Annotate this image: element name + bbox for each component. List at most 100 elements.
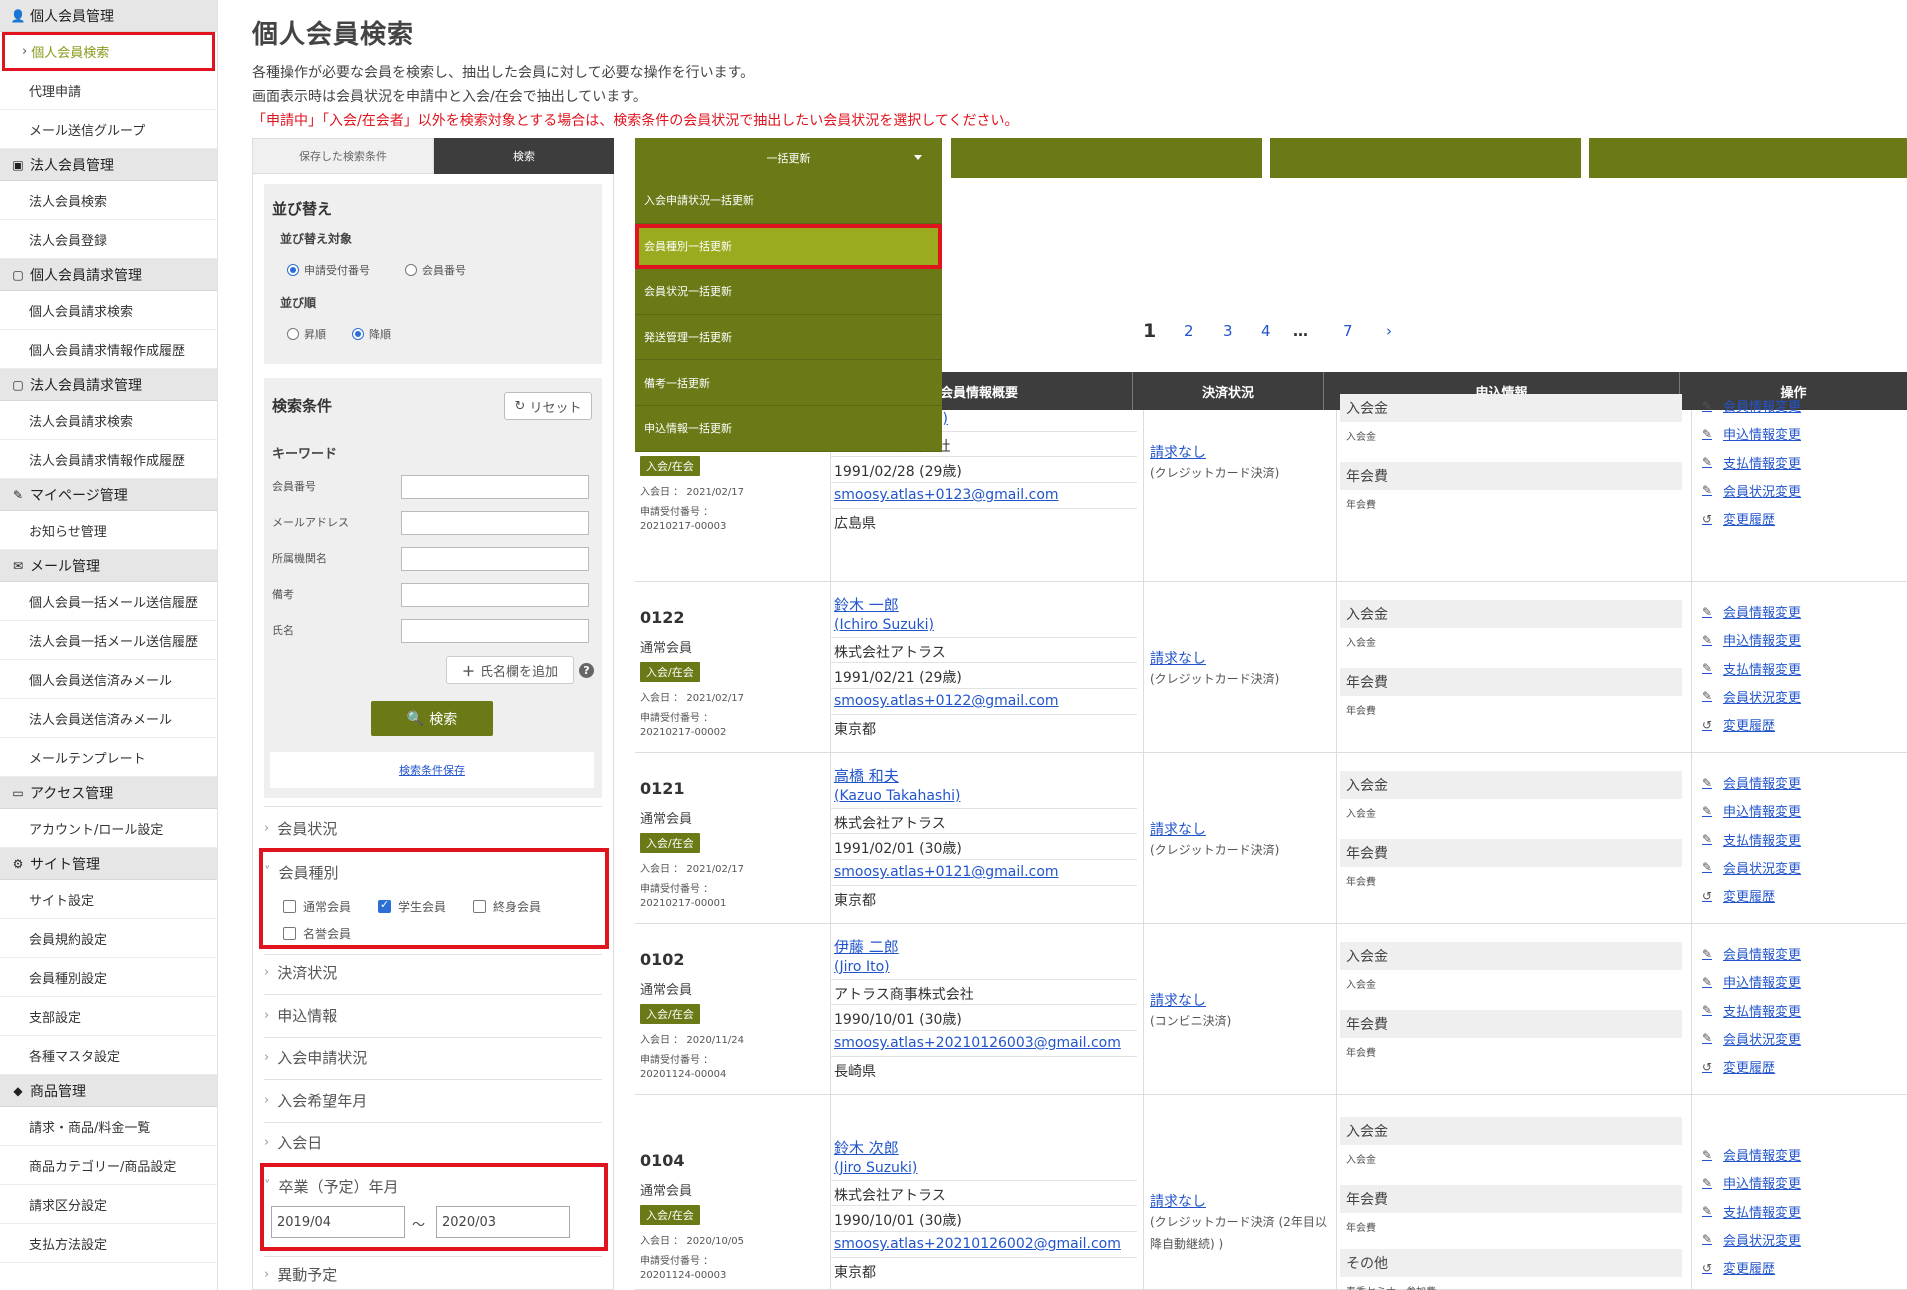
edit-status-link[interactable]: ✎ 会員状況変更 <box>1702 1230 1801 1249</box>
organization-input[interactable] <box>401 547 589 571</box>
email-link[interactable]: smoosy.atlas+20210126002@gmail.com <box>834 1236 1121 1252</box>
sidebar-section-mail[interactable]: ✉ メール管理 <box>0 550 217 582</box>
edit-application-link[interactable]: ✎ 申込情報変更 <box>1702 972 1801 992</box>
member-name-link[interactable]: 高橋 和夫 <box>834 765 899 786</box>
sidebar-item-member-type-settings[interactable]: 会員種別設定 <box>0 958 217 997</box>
radio-unchecked[interactable] <box>287 328 299 340</box>
sidebar-item-member-billing-search[interactable]: 個人会員請求検索 <box>0 291 217 330</box>
radio-checked[interactable] <box>352 328 364 340</box>
sidebar-section-access[interactable]: ▭ アクセス管理 <box>0 777 217 809</box>
sidebar-section-product[interactable]: ◆ 商品管理 <box>0 1075 217 1107</box>
accordion-join-application-status[interactable]: 入会申請状況 <box>264 1047 602 1068</box>
name-input[interactable] <box>401 619 589 643</box>
email-link[interactable]: smoosy.atlas+20210126003@gmail.com <box>834 1035 1121 1051</box>
sidebar-section-corp[interactable]: ▣ 法人会員管理 <box>0 149 217 181</box>
sidebar-item-mail-template[interactable]: メールテンプレート <box>0 738 217 777</box>
edit-payment-link[interactable]: ✎ 支払情報変更 <box>1702 1202 1801 1221</box>
sidebar-item-master-settings[interactable]: 各種マスタ設定 <box>0 1036 217 1075</box>
edit-member-link[interactable]: ✎ 会員情報変更 <box>1702 773 1801 793</box>
sidebar-item-branch-settings[interactable]: 支部設定 <box>0 997 217 1036</box>
edit-payment-link[interactable]: ✎ 支払情報変更 <box>1702 659 1801 678</box>
edit-member-link[interactable]: ✎ 会員情報変更 <box>1702 602 1801 622</box>
sidebar-item-account-role[interactable]: アカウント/ロール設定 <box>0 809 217 848</box>
member-no-input[interactable] <box>401 475 589 499</box>
pager-page-4[interactable]: 4 <box>1261 322 1271 340</box>
payment-status-link[interactable]: 請求なし <box>1150 1191 1206 1211</box>
help-icon[interactable]: ? <box>579 663 594 678</box>
sort-by-member-no-radio[interactable]: 会員番号 <box>405 262 466 278</box>
sidebar-item-corp-bulk-mail[interactable]: 法人会員一括メール送信履歴 <box>0 621 217 660</box>
email-link[interactable]: smoosy.atlas+0123@gmail.com <box>834 487 1059 503</box>
accordion-application-info[interactable]: 申込情報 <box>264 1005 602 1026</box>
payment-status-link[interactable]: 請求なし <box>1150 442 1206 462</box>
accordion-payment-status[interactable]: 決済状況 <box>264 962 602 983</box>
sidebar-item-billing-category[interactable]: 請求区分設定 <box>0 1185 217 1224</box>
sidebar-item-payment-method[interactable]: 支払方法設定 <box>0 1224 217 1263</box>
accordion-join-date[interactable]: 入会日 <box>264 1132 602 1153</box>
change-history-link[interactable]: ↺ 変更履歴 <box>1702 509 1775 529</box>
menu-item-shipping[interactable]: 発送管理一括更新 <box>635 315 942 361</box>
sidebar-item-corp-register[interactable]: 法人会員登録 <box>0 220 217 259</box>
menu-item-application-status[interactable]: 入会申請状況一括更新 <box>635 178 942 224</box>
change-history-link[interactable]: ↺ 変更履歴 <box>1702 1258 1775 1278</box>
sidebar-item-member-billing-history[interactable]: 個人会員請求情報作成履歴 <box>0 330 217 369</box>
email-link[interactable]: smoosy.atlas+0121@gmail.com <box>834 864 1059 880</box>
member-name-en-link[interactable]: (Jiro Suzuki) <box>834 1160 917 1176</box>
menu-item-note[interactable]: 備考一括更新 <box>635 360 942 406</box>
action-button-3[interactable] <box>1270 138 1581 178</box>
bulk-update-dropdown-button[interactable]: 一括更新 <box>635 138 942 178</box>
menu-item-member-type[interactable]: 会員種別一括更新 <box>635 223 942 270</box>
order-asc-radio[interactable]: 昇順 <box>287 326 326 342</box>
note-input[interactable] <box>401 583 589 607</box>
sidebar-section-member-billing[interactable]: ▢ 個人会員請求管理 <box>0 259 217 291</box>
member-name-link[interactable]: 鈴木 次郎 <box>834 1137 899 1158</box>
sidebar-item-proxy-apply[interactable]: 代理申請 <box>0 71 217 110</box>
payment-status-link[interactable]: 請求なし <box>1150 819 1206 839</box>
member-name-en-link[interactable]: (Jiro Ito) <box>834 959 890 975</box>
sidebar-item-member-sent-mail[interactable]: 個人会員送信済みメール <box>0 660 217 699</box>
sidebar-item-corp-billing-history[interactable]: 法人会員請求情報作成履歴 <box>0 440 217 479</box>
menu-item-application-info[interactable]: 申込情報一括更新 <box>635 406 942 452</box>
member-name-en-link[interactable]: (Ichiro Suzuki) <box>834 617 934 633</box>
sidebar-item-corp-search[interactable]: 法人会員検索 <box>0 181 217 220</box>
sidebar-item-terms-settings[interactable]: 会員規約設定 <box>0 919 217 958</box>
edit-application-link[interactable]: ✎ 申込情報変更 <box>1702 1173 1801 1193</box>
edit-application-link[interactable]: ✎ 申込情報変更 <box>1702 801 1801 821</box>
accordion-transfer-schedule[interactable]: 異動予定 <box>264 1264 602 1285</box>
sidebar-item-member-search[interactable]: 個人会員検索 <box>2 32 215 71</box>
tab-search[interactable]: 検索 <box>434 138 614 174</box>
add-name-field-button[interactable]: ＋ 氏名欄を追加 <box>446 656 574 684</box>
change-history-link[interactable]: ↺ 変更履歴 <box>1702 1057 1775 1077</box>
radio-checked[interactable] <box>287 264 299 276</box>
sidebar-item-mail-group[interactable]: メール送信グループ <box>0 110 217 149</box>
edit-status-link[interactable]: ✎ 会員状況変更 <box>1702 858 1801 877</box>
sidebar-section-corp-billing[interactable]: ▢ 法人会員請求管理 <box>0 369 217 401</box>
payment-status-link[interactable]: 請求なし <box>1150 990 1206 1010</box>
edit-member-link[interactable]: ✎ 会員情報変更 <box>1702 1145 1801 1165</box>
menu-item-member-status[interactable]: 会員状況一括更新 <box>635 269 942 315</box>
edit-member-link[interactable]: ✎ 会員情報変更 <box>1702 944 1801 964</box>
member-name-link[interactable]: 鈴木 一郎 <box>834 594 899 615</box>
edit-payment-link[interactable]: ✎ 支払情報変更 <box>1702 1001 1801 1020</box>
save-conditions-link[interactable]: 検索条件保存 <box>399 762 465 778</box>
action-button-4[interactable] <box>1589 138 1907 178</box>
order-desc-radio[interactable]: 降順 <box>352 326 391 342</box>
sidebar-item-corp-sent-mail[interactable]: 法人会員送信済みメール <box>0 699 217 738</box>
tab-saved-conditions[interactable]: 保存した検索条件 <box>252 138 434 174</box>
pager-next[interactable]: › <box>1386 322 1392 340</box>
pager-page-7[interactable]: 7 <box>1343 322 1353 340</box>
edit-application-link[interactable]: ✎ 申込情報変更 <box>1702 630 1801 650</box>
edit-member-link[interactable]: ✎ 会員情報変更 <box>1702 396 1801 416</box>
member-name-en-link[interactable]: (Kazuo Takahashi) <box>834 788 960 804</box>
sidebar-section-member[interactable]: 👤 個人会員管理 <box>0 0 217 32</box>
pager-page-3[interactable]: 3 <box>1223 322 1233 340</box>
sidebar-item-corp-billing-search[interactable]: 法人会員請求検索 <box>0 401 217 440</box>
sidebar-item-member-bulk-mail[interactable]: 個人会員一括メール送信履歴 <box>0 582 217 621</box>
email-link[interactable]: smoosy.atlas+0122@gmail.com <box>834 693 1059 709</box>
radio-unchecked[interactable] <box>405 264 417 276</box>
change-history-link[interactable]: ↺ 変更履歴 <box>1702 886 1775 906</box>
change-history-link[interactable]: ↺ 変更履歴 <box>1702 715 1775 735</box>
edit-payment-link[interactable]: ✎ 支払情報変更 <box>1702 453 1801 472</box>
member-name-link[interactable]: 伊藤 二郎 <box>834 936 899 957</box>
email-input[interactable] <box>401 511 589 535</box>
